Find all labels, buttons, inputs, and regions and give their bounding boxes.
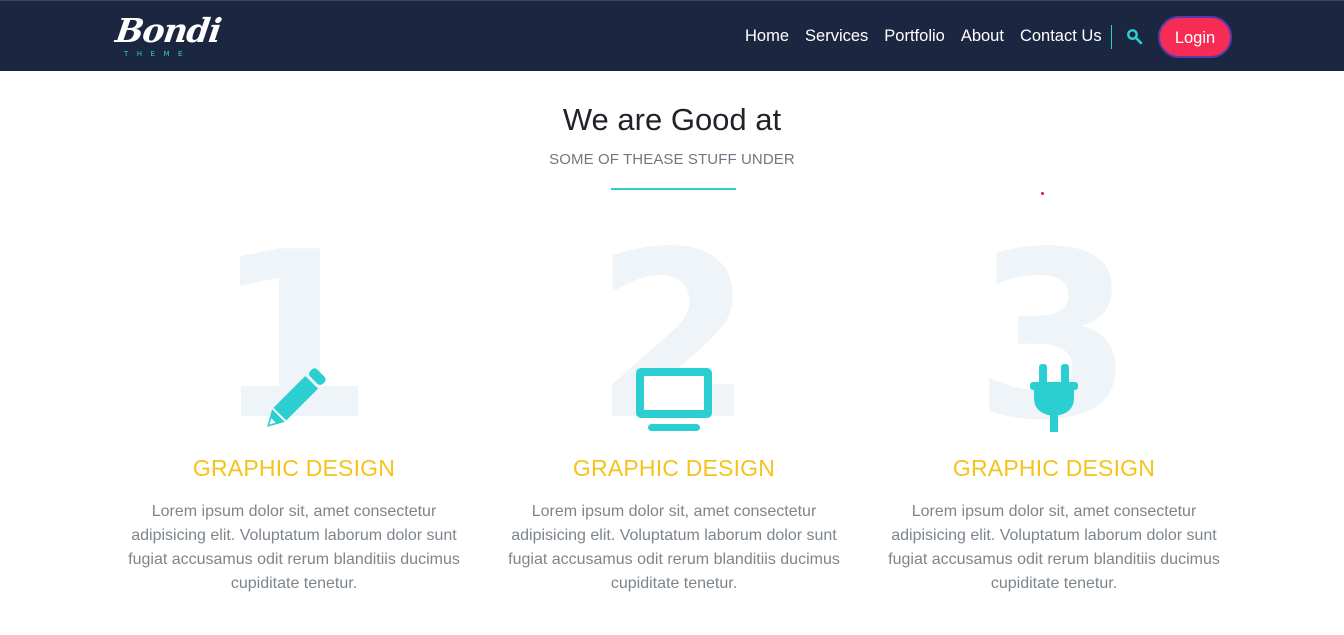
card-description: Lorem ipsum dolor sit, amet consectetur … (888, 503, 1220, 592)
main-nav: Home Services Portfolio About Contact Us (745, 25, 1118, 47)
title-underline (611, 188, 736, 190)
nav-item-about[interactable]: About (961, 25, 1004, 47)
logo-text: Bondi (113, 11, 224, 50)
search-icon[interactable] (1126, 28, 1144, 46)
service-card-1: 1 GRAPHIC DESIGN Lorem ipsum dolor sit, … (114, 223, 474, 610)
card-description: Lorem ipsum dolor sit, amet consectetur … (508, 503, 840, 592)
card-title: GRAPHIC DESIGN (192, 455, 396, 481)
logo-subtext: THEME (124, 50, 191, 58)
card-title: GRAPHIC DESIGN (572, 455, 776, 481)
section-title: We are Good at (562, 102, 782, 137)
nav-item-home[interactable]: Home (745, 25, 789, 47)
nav-divider (1111, 25, 1112, 49)
stray-dot (1041, 192, 1044, 195)
plug-icon (1004, 364, 1104, 436)
monitor-icon (624, 364, 724, 436)
service-card-3: 3 GRAPHIC DESIGN Lorem ipsum dolor sit, … (874, 223, 1234, 610)
section-subtitle: SOME OF THEASE STUFF UNDER (549, 151, 795, 168)
service-card-2: 2 GRAPHIC DESIGN Lorem ipsum dolor sit, … (494, 223, 854, 610)
nav-item-portfolio[interactable]: Portfolio (884, 25, 945, 47)
card-title: GRAPHIC DESIGN (952, 455, 1156, 481)
nav-item-services[interactable]: Services (805, 25, 868, 47)
navbar: Bondi THEME Home Services Portfolio Abou… (0, 0, 1344, 71)
nav-item-contact-us[interactable]: Contact Us (1020, 25, 1102, 47)
login-button[interactable]: Login (1158, 16, 1232, 58)
pencil-icon (244, 364, 344, 436)
brand-logo[interactable]: Bondi THEME (113, 11, 223, 61)
card-description: Lorem ipsum dolor sit, amet consectetur … (128, 503, 460, 592)
